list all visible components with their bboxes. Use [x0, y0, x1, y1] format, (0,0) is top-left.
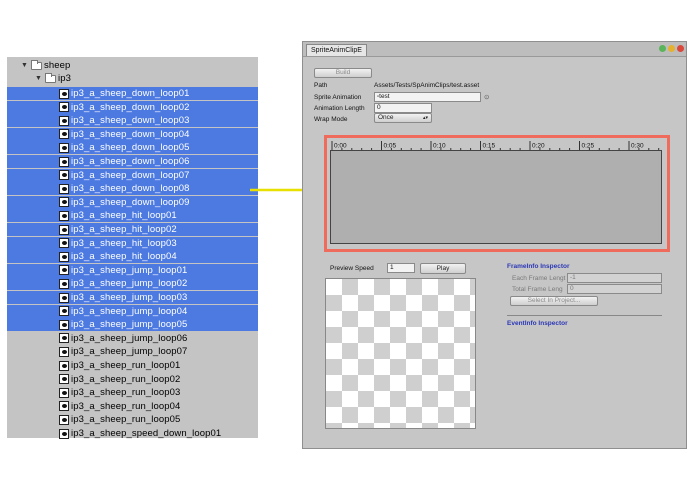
timeline-tick-label: 0:10 [433, 143, 446, 150]
dropdown-arrows-icon: ▴▾ [422, 115, 428, 121]
minimize-window-icon[interactable] [668, 45, 675, 52]
wrap-mode-value: Once [378, 114, 394, 121]
frameinfo-inspector-title: FrameInfo Inspector [507, 263, 570, 270]
animation-length-label: Animation Length [314, 105, 365, 112]
build-button[interactable]: Build [314, 68, 372, 78]
timeline-tick-label: 0:30 [631, 143, 644, 150]
timeline-tick-label: 0:15 [483, 143, 496, 150]
wrap-mode-dropdown[interactable]: Once ▴▾ [374, 113, 432, 123]
close-window-icon[interactable] [677, 45, 684, 52]
preview-speed-field[interactable]: 1 [387, 263, 415, 273]
play-button[interactable]: Play [420, 263, 466, 274]
preview-speed-label: Preview Speed [330, 265, 374, 272]
window-tab[interactable]: SpriteAnimClipE [306, 44, 367, 56]
animation-length-field[interactable]: 0 [374, 103, 432, 113]
timeline-track-area[interactable] [330, 150, 662, 244]
timeline-highlight-box: 0:00 0:05 0:10 0:15 0:20 0:25 0:30 [324, 135, 670, 252]
total-frame-length-label: Total Frame Leng [512, 286, 563, 293]
select-in-project-button[interactable]: Select In Project... [510, 296, 598, 306]
path-value: Assets/Tests/SpAnimClips/test.asset [374, 82, 480, 89]
total-frame-length-field[interactable]: 0 [567, 284, 662, 294]
eventinfo-inspector-title: EventInfo Inspector [507, 320, 568, 327]
sprite-animation-label: Sprite Animation [314, 94, 362, 101]
title-bar: SpriteAnimClipE [303, 42, 686, 57]
timeline-tick-label: 0:00 [334, 143, 347, 150]
each-frame-length-field[interactable]: -1 [567, 273, 662, 283]
each-frame-length-label: Each Frame Lengt [512, 275, 566, 282]
sprite-animation-value: test [379, 93, 390, 100]
timeline-tick-label: 0:25 [582, 143, 595, 150]
timeline-tick-label: 0:20 [532, 143, 545, 150]
wrap-mode-label: Wrap Mode [314, 116, 348, 123]
sprite-preview-area [325, 278, 476, 429]
inspector-divider [507, 315, 662, 316]
sprite-animation-field[interactable]: ▫test [374, 92, 481, 102]
object-picker-icon[interactable]: ⊙ [484, 93, 489, 101]
path-label: Path [314, 82, 328, 89]
timeline-tick-label: 0:05 [384, 143, 397, 150]
zoom-window-icon[interactable] [659, 45, 666, 52]
